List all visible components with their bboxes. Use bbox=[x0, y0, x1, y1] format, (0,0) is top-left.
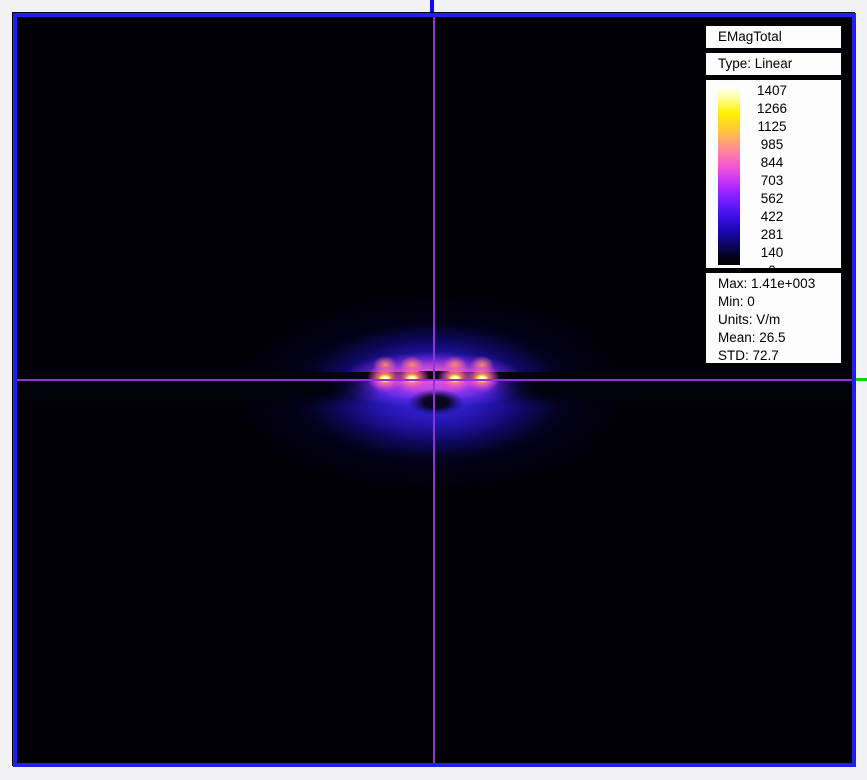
legend-title: EMagTotal bbox=[718, 29, 782, 44]
colorbar-tick-label: 140 bbox=[732, 244, 812, 262]
cursor-top-tick bbox=[430, 0, 434, 13]
legend-stats-box: Max: 1.41e+003 Min: 0 Units: V/m Mean: 2… bbox=[705, 272, 842, 364]
stat-line-units: Units: V/m bbox=[718, 311, 841, 329]
legend-type-label: Type: Linear bbox=[718, 56, 792, 71]
field-plot-area[interactable]: EMagTotal Type: Linear 1407 1266 1125 98… bbox=[17, 17, 852, 763]
field-slot-hotspot-4 bbox=[464, 352, 500, 396]
colorbar-tick-label: 562 bbox=[732, 190, 812, 208]
legend-scale-box: 1407 1266 1125 985 844 703 562 422 281 1… bbox=[705, 79, 842, 269]
cursor-right-tick bbox=[856, 378, 867, 381]
stat-line-max: Max: 1.41e+003 bbox=[718, 275, 841, 293]
field-dark-wedge-left bbox=[17, 381, 379, 407]
colorbar-tick-labels: 1407 1266 1125 985 844 703 562 422 281 1… bbox=[732, 82, 812, 270]
colorbar-tick-label: 1407 bbox=[732, 82, 812, 100]
crosshair-vertical-line bbox=[433, 17, 435, 763]
colorbar-tick-label: 844 bbox=[732, 154, 812, 172]
colorbar-tick-label: 985 bbox=[732, 136, 812, 154]
app-canvas: EMagTotal Type: Linear 1407 1266 1125 98… bbox=[0, 0, 867, 780]
colorbar-tick-label: 1266 bbox=[732, 100, 812, 118]
stat-line-mean: Mean: 26.5 bbox=[718, 329, 841, 347]
colorbar-tick-label: 281 bbox=[732, 226, 812, 244]
legend-type-box: Type: Linear bbox=[705, 52, 842, 76]
crosshair-horizontal-line bbox=[17, 379, 852, 381]
legend-title-box: EMagTotal bbox=[705, 25, 842, 49]
colorbar-tick-label: 422 bbox=[732, 208, 812, 226]
field-slot-hotspot-2 bbox=[394, 352, 430, 396]
colorbar-tick-label: 703 bbox=[732, 172, 812, 190]
plot-frame: EMagTotal Type: Linear 1407 1266 1125 98… bbox=[13, 13, 856, 767]
colorbar-tick-label: 1125 bbox=[732, 118, 812, 136]
stat-line-min: Min: 0 bbox=[718, 293, 841, 311]
stat-line-std: STD: 72.7 bbox=[718, 347, 841, 365]
field-dark-wedge-right bbox=[488, 381, 852, 407]
